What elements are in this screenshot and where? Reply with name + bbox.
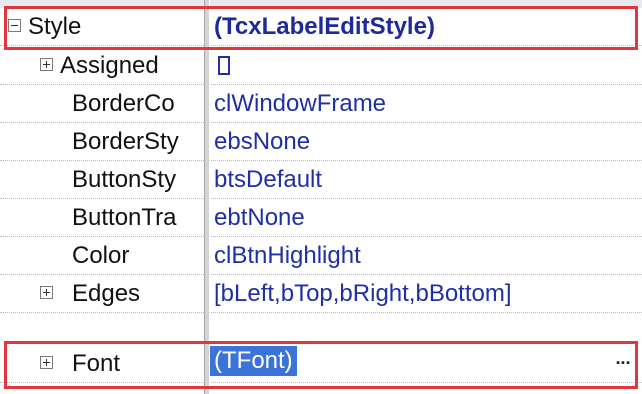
property-row-buttonstyle[interactable]: ButtonSty btsDefault [0,161,642,199]
property-row-borderstyle[interactable]: BorderSty ebsNone [0,123,642,161]
property-value-cell[interactable]: ebtNone [210,199,642,236]
property-row-edges[interactable]: Edges [bLeft,bTop,bRight,bBottom] [0,275,642,313]
property-name-assigned: Assigned [60,52,159,79]
property-name-color: Color [72,242,130,269]
property-name-cell: ButtonTra [0,199,204,236]
property-value-bordercolor: clWindowFrame [214,90,387,117]
property-value-cell[interactable] [210,47,642,84]
highlight-box-style [4,6,638,50]
empty-set-icon [218,56,230,75]
property-value-edges: [bLeft,bTop,bRight,bBottom] [214,280,512,307]
property-value-cell[interactable]: btsDefault [210,161,642,198]
property-name-buttonstyle: ButtonSty [72,166,177,193]
property-value-buttonstyle: btsDefault [214,166,323,193]
property-value-cell[interactable]: ebsNone [210,123,642,160]
property-name-bordercolor: BorderCo [72,90,175,117]
property-value-color: clBtnHighlight [214,242,361,269]
property-name-cell: ButtonSty [0,161,204,198]
property-row-buttontransparency[interactable]: ButtonTra ebtNone [0,199,642,237]
property-row-color[interactable]: Color clBtnHighlight [0,237,642,275]
property-name-cell: Assigned [0,47,204,84]
highlight-box-font [4,341,638,389]
property-name-cell: Color [0,237,204,274]
property-value-cell[interactable]: clWindowFrame [210,85,642,122]
property-name-edges: Edges [72,280,141,307]
property-name-cell: BorderCo [0,85,204,122]
property-value-cell[interactable]: clBtnHighlight [210,237,642,274]
property-value-borderstyle: ebsNone [214,128,311,155]
property-name-borderstyle: BorderSty [72,128,179,155]
property-name-buttontransparency: ButtonTra [72,204,177,231]
property-row-assigned[interactable]: Assigned [0,47,642,85]
expand-icon[interactable] [40,58,53,71]
property-value-cell[interactable]: [bLeft,bTop,bRight,bBottom] [210,275,642,312]
column-divider[interactable] [204,0,210,394]
property-value-buttontransparency: ebtNone [214,204,305,231]
property-name-cell: BorderSty [0,123,204,160]
expand-icon[interactable] [40,286,53,299]
property-row-bordercolor[interactable]: BorderCo clWindowFrame [0,85,642,123]
property-name-cell: Edges [0,275,204,312]
object-inspector-grid: Style (TcxLabelEditStyle) Assigned Borde… [0,0,642,394]
